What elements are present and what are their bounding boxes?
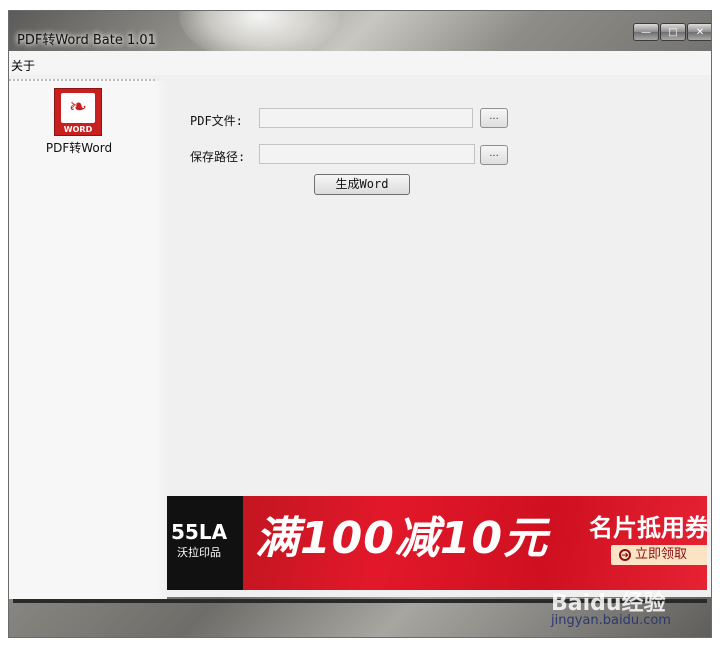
app-window: PDF转Word Bate 1.01 — □ ✕ 关于 ❧ PDF转WORD P… — [8, 10, 712, 638]
maximize-icon: □ — [668, 26, 678, 38]
tool-sidebar: ❧ PDF转WORD PDF转Word — [9, 79, 167, 599]
maximize-button[interactable]: □ — [660, 23, 686, 41]
title-bar[interactable]: PDF转Word Bate 1.01 — □ ✕ — [9, 11, 711, 51]
pdf-file-input[interactable] — [259, 108, 473, 128]
ad-logo: 55LA 沃拉印品 — [167, 496, 243, 590]
close-button[interactable]: ✕ — [687, 23, 711, 41]
pdf-file-label: PDF文件: — [190, 114, 243, 128]
save-path-label: 保存路径: — [190, 150, 246, 164]
minimize-button[interactable]: — — [633, 23, 659, 41]
ad-headline: 满100减10元 — [255, 513, 549, 564]
ad-logo-subtext: 沃拉印品 — [177, 546, 221, 559]
save-path-input[interactable] — [259, 144, 475, 164]
ad-subheadline: 名片抵用券 — [589, 514, 707, 542]
ad-logo-text: 55LA — [171, 520, 228, 544]
close-icon: ✕ — [695, 26, 705, 38]
arrow-right-icon: ➜ — [619, 549, 631, 561]
ad-banner[interactable]: 55LA 沃拉印品 满100减10元 名片抵用券 ➜ 立即领取 — [167, 496, 707, 590]
minimize-icon: — — [641, 26, 651, 38]
client-area: ❧ PDF转WORD PDF转Word PDF文件: ... 保存路径: ...… — [9, 75, 711, 599]
pdf-file-browse-button[interactable]: ... — [480, 108, 508, 128]
menu-item-about[interactable]: 关于 — [11, 57, 35, 74]
watermark: Baidu经验 jingyan.baidu.com — [551, 585, 711, 635]
tool-label[interactable]: PDF转Word — [9, 139, 149, 156]
tool-icon-badge: PDF转WORD — [63, 115, 93, 134]
watermark-url: jingyan.baidu.com — [551, 613, 671, 628]
save-path-browse-button[interactable]: ... — [480, 145, 508, 165]
menu-bar: 关于 — [9, 51, 711, 75]
ad-cta-label: 立即领取 — [635, 547, 688, 562]
generate-word-button[interactable]: 生成Word — [314, 174, 410, 195]
caption-buttons: — □ ✕ — [633, 23, 711, 41]
pdf-to-word-icon[interactable]: ❧ PDF转WORD — [54, 88, 102, 136]
ad-cta-button[interactable]: ➜ 立即领取 — [611, 545, 707, 565]
window-title: PDF转Word Bate 1.01 — [17, 33, 156, 48]
